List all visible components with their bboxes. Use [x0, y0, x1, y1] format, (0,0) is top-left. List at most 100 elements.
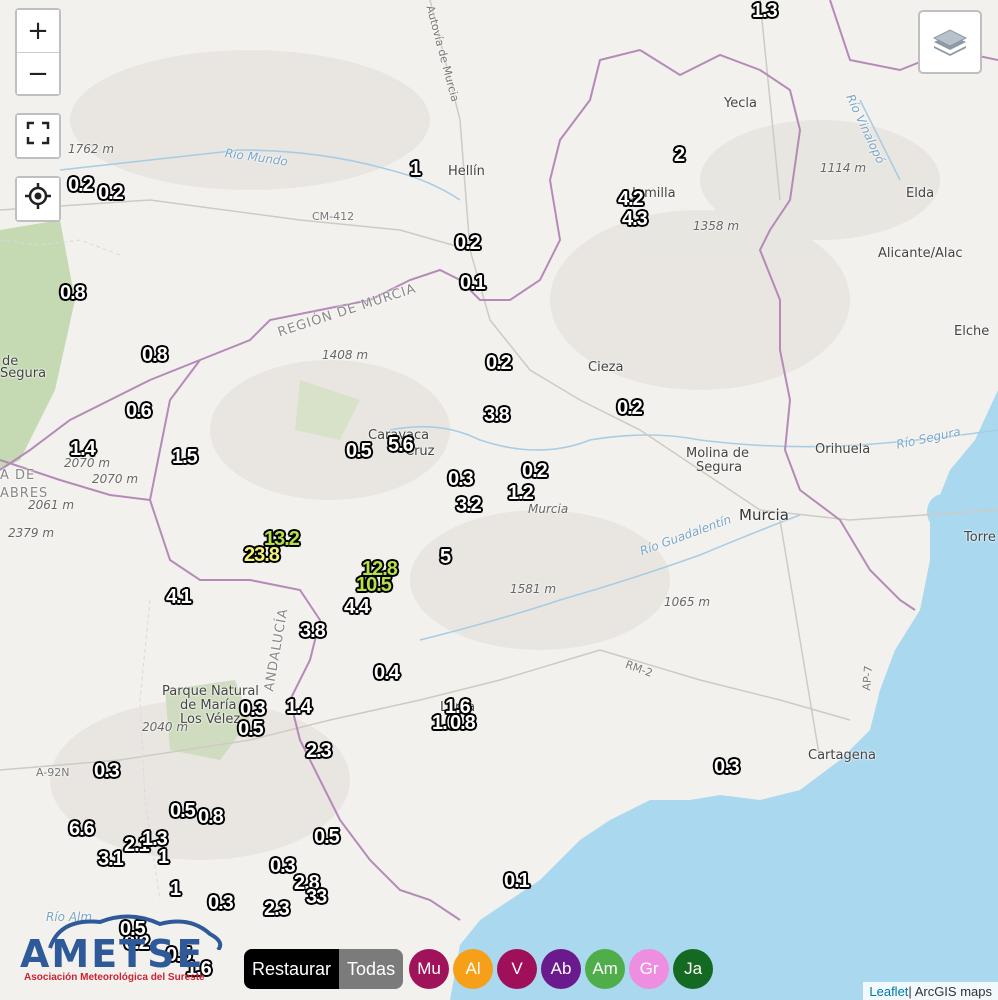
precip-value[interactable]: 3.8 [300, 620, 326, 643]
precip-value[interactable]: 0.4 [374, 662, 400, 685]
restaurar-button[interactable]: Restaurar [244, 949, 340, 989]
place-label-e2070b: 2070 m [92, 472, 139, 486]
precip-value[interactable]: 1.3 [752, 0, 778, 23]
attribution-text: | ArcGIS maps [908, 983, 992, 999]
precip-value[interactable]: 1 [410, 158, 421, 181]
precip-value[interactable]: 10.5 [356, 574, 392, 597]
place-label-torre: Torre [964, 530, 996, 545]
locate-icon [25, 182, 51, 209]
place-label-e1581: 1581 m [510, 582, 557, 596]
precip-value[interactable]: 33 [306, 886, 327, 909]
precip-value[interactable]: 1 [170, 878, 181, 901]
precip-value[interactable]: 2 [674, 144, 685, 167]
precip-value[interactable]: 0.2 [522, 460, 548, 483]
precip-value[interactable]: 0.3 [94, 760, 120, 783]
precip-value[interactable]: 0.6 [126, 400, 152, 423]
precip-value[interactable]: 0.8 [60, 282, 86, 305]
fullscreen-button[interactable] [17, 115, 59, 157]
place-label-murcia: Murcia [739, 506, 789, 524]
precip-value[interactable]: 0.8 [198, 806, 224, 829]
place-label-e1065: 1065 m [664, 595, 711, 609]
place-label-molina2: Segura [696, 460, 743, 475]
logo-subtitle: Asociación Meteorológica del Sureste [24, 972, 205, 983]
precip-value[interactable]: 1.4 [286, 696, 312, 719]
place-label-yecla: Yecla [724, 96, 757, 111]
logo-text: AMETSE [20, 932, 205, 976]
precip-value[interactable]: 2.3 [306, 740, 332, 763]
zoom-out-button[interactable]: − [17, 52, 59, 94]
place-label-e1114: 1114 m [820, 161, 867, 175]
place-label-a92n: A-92N [36, 766, 70, 779]
place-label-e1358: 1358 m [693, 219, 740, 233]
place-label-e1762: 1762 m [68, 142, 115, 156]
layers-button[interactable] [918, 10, 982, 74]
precip-value[interactable]: 3.2 [456, 494, 482, 517]
precip-value[interactable]: 0.3 [714, 756, 740, 779]
precip-value[interactable]: 5 [440, 546, 451, 569]
zoom-in-button[interactable]: + [17, 10, 59, 52]
place-label-e2379: 2379 m [8, 526, 55, 540]
ametse-logo: AMETSE Asociación Meteorológica del Sure… [20, 910, 230, 985]
province-filter-bar: Restaurar Todas Mu Al V Ab Am Gr Ja [244, 949, 717, 989]
place-label-murcia2: Murcia [528, 502, 569, 516]
fullscreen-icon [26, 121, 50, 144]
province-button-ab[interactable]: Ab [541, 949, 582, 989]
precip-value[interactable]: 0.2 [68, 174, 94, 197]
precip-value[interactable]: 4.4 [344, 596, 370, 619]
precip-value[interactable]: 0.2 [98, 182, 124, 205]
precip-value[interactable]: 23.8 [244, 544, 280, 567]
place-label-hellin: Hellín [448, 164, 485, 179]
precip-value[interactable]: 2.3 [264, 898, 290, 921]
precip-value[interactable]: 1.2 [508, 482, 534, 505]
precip-value[interactable]: 4.1 [166, 586, 192, 609]
precip-value[interactable]: 4.3 [622, 208, 648, 231]
place-label-e1408: 1408 m [322, 348, 369, 362]
precip-value[interactable]: 6.6 [69, 818, 95, 841]
locate-control [15, 176, 61, 222]
province-button-mu[interactable]: Mu [409, 949, 450, 989]
precip-value[interactable]: 0.8 [450, 712, 476, 735]
layers-icon [932, 29, 968, 56]
precip-value[interactable]: 0.2 [455, 232, 481, 255]
precip-value[interactable]: 0.5 [170, 800, 196, 823]
place-label-cartagena: Cartagena [808, 748, 876, 763]
place-label-elche: Elche [954, 324, 990, 339]
province-button-v[interactable]: V [497, 949, 538, 989]
province-button-ja[interactable]: Ja [673, 949, 714, 989]
place-label-cieza: Cieza [588, 360, 624, 375]
precip-value[interactable]: 3.1 [98, 848, 124, 871]
map[interactable]: Hellín Yecla Jumilla Elda Alicante/Alac Elche… [0, 0, 998, 1000]
zoom-control: + − [15, 8, 61, 96]
precip-value[interactable]: 1.5 [172, 446, 198, 469]
place-label-parque1: Parque Natural [162, 684, 259, 699]
precip-value[interactable]: 3.8 [484, 404, 510, 427]
fullscreen-control [15, 113, 61, 159]
precip-value[interactable]: 1 [158, 846, 169, 869]
province-button-am[interactable]: Am [585, 949, 626, 989]
precip-value[interactable]: 0.1 [504, 870, 530, 893]
precip-value[interactable]: 0.1 [460, 272, 486, 295]
place-label-elda: Elda [906, 186, 935, 201]
precip-value[interactable]: 0.8 [142, 344, 168, 367]
province-button-gr[interactable]: Gr [629, 949, 670, 989]
precip-value[interactable]: 5.6 [388, 434, 414, 457]
attribution: Leaflet | ArcGIS maps [863, 982, 998, 1000]
place-label-parque2: de María [180, 698, 237, 713]
precip-value[interactable]: 0.5 [346, 440, 372, 463]
precip-value[interactable]: 1.4 [70, 438, 96, 461]
locate-button[interactable] [17, 178, 59, 220]
precip-value[interactable]: 0.2 [617, 397, 643, 420]
precip-value[interactable]: 0.3 [448, 468, 474, 491]
precip-value[interactable]: 0.5 [314, 826, 340, 849]
leaflet-link[interactable]: Leaflet [869, 984, 908, 999]
province-button-al[interactable]: Al [453, 949, 494, 989]
place-label-molina: Molina de [686, 446, 749, 461]
precip-value[interactable]: 0.5 [238, 718, 264, 741]
place-label-orihuela: Orihuela [815, 442, 871, 457]
todas-button[interactable]: Todas [339, 949, 404, 989]
place-label-segura2: Segura [0, 366, 47, 381]
precip-value[interactable]: 0.3 [270, 855, 296, 878]
place-label-ap7: AP-7 [860, 665, 876, 692]
place-label-e2061: 2061 m [28, 498, 75, 512]
precip-value[interactable]: 0.2 [486, 352, 512, 375]
